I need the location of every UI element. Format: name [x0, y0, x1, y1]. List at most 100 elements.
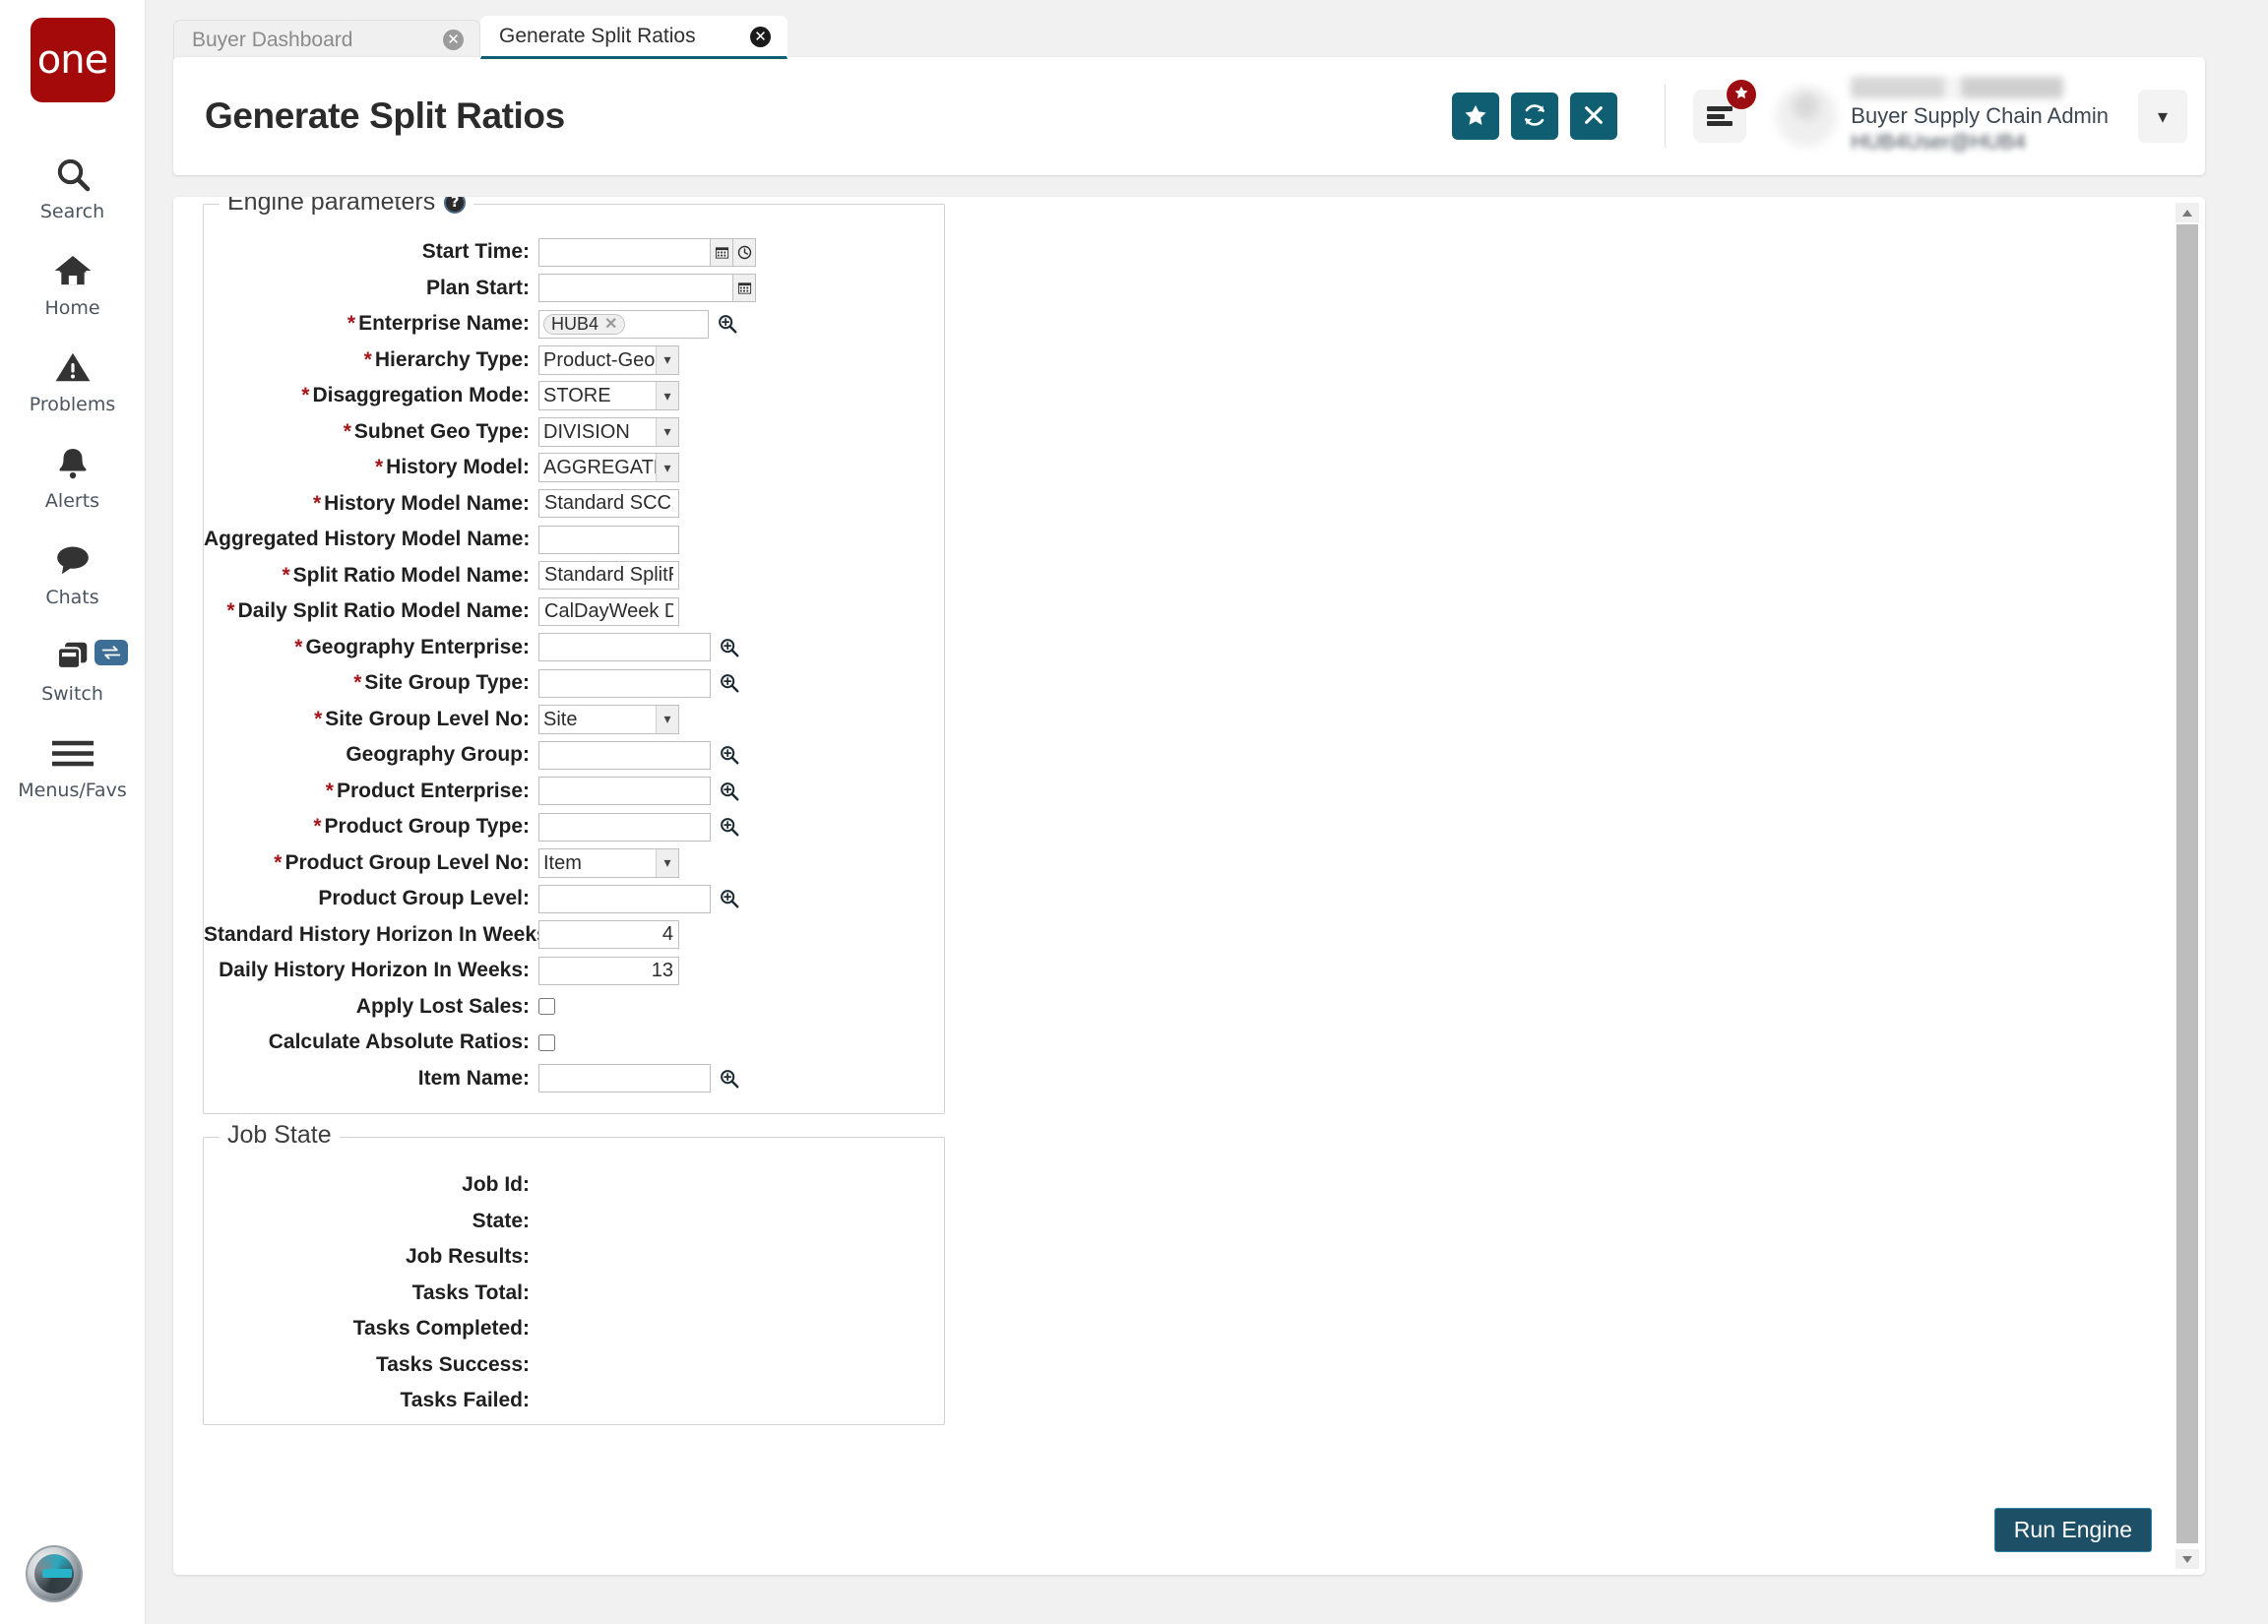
field-label: Standard History Horizon In Weeks:	[204, 922, 555, 946]
field-row-calculate-absolute-ratios: Calculate Absolute Ratios:	[204, 1025, 944, 1061]
field-row-daily-split-ratio-model-name: * Daily Split Ratio Model Name:	[204, 593, 944, 630]
disaggregation-mode-select[interactable]: STORE	[538, 381, 679, 411]
sidebar-item-label: Problems	[29, 394, 116, 415]
app-logo[interactable]: one	[30, 18, 115, 102]
search-plus-icon[interactable]	[719, 744, 740, 766]
search-plus-icon[interactable]	[719, 888, 740, 909]
clock-icon[interactable]	[733, 237, 756, 267]
help-circle-icon[interactable]: ?	[444, 197, 467, 214]
menus-favs-button[interactable]	[1693, 80, 1757, 143]
field-label-text: Site Group Type:	[364, 671, 530, 695]
field-row-disaggregation-mode: * Disaggregation Mode: STORE ▾	[204, 378, 944, 414]
scrollbar-thumb[interactable]	[2176, 224, 2198, 1543]
job-row-job-results: Job Results:	[204, 1239, 944, 1276]
product-group-type-input[interactable]	[538, 812, 711, 842]
field-label: Calculate Absolute Ratios:	[268, 1031, 530, 1054]
product-group-level-no-select[interactable]: Item	[538, 847, 679, 878]
calendar-icon[interactable]	[711, 237, 733, 267]
history-model-select[interactable]: AGGREGATED_POS	[538, 453, 679, 483]
field-row-site-group-type: * Site Group Type:	[204, 665, 944, 702]
field-label: Item Name:	[417, 1066, 530, 1090]
tab-generate-split-ratios[interactable]: Generate Split Ratios ✕	[480, 16, 788, 59]
required-marker: *	[314, 707, 323, 730]
disaggregation-mode-select-wrap: STORE ▾	[538, 381, 679, 411]
item-name-input[interactable]	[538, 1064, 711, 1093]
chevron-down-icon[interactable]: ▾	[2138, 90, 2187, 143]
field-control: Product-Geo ▾	[538, 344, 679, 375]
tab-buyer-dashboard[interactable]: Buyer Dashboard ✕	[173, 20, 480, 59]
chip-hub4[interactable]: HUB4 ✕	[543, 313, 626, 335]
close-circle-icon[interactable]: ✕	[750, 26, 771, 47]
job-row-tasks-success: Tasks Success:	[204, 1347, 944, 1384]
user-name-redacted	[1851, 76, 2064, 98]
ham-bar-3	[1707, 121, 1733, 126]
required-marker: *	[346, 312, 356, 336]
product-group-level-input[interactable]	[538, 884, 711, 913]
geography-enterprise-input[interactable]	[538, 633, 711, 662]
field-control: DIVISION ▾	[538, 416, 679, 447]
swap-arrows-icon[interactable]	[94, 640, 128, 665]
required-marker: *	[343, 419, 351, 443]
run-engine-button[interactable]: Run Engine	[1993, 1507, 2152, 1552]
caret-up-icon[interactable]	[2175, 203, 2199, 222]
sidebar-item-menus-favs[interactable]: Menus/Favs	[0, 717, 145, 813]
calculate-absolute-ratios-checkbox[interactable]	[538, 1033, 555, 1051]
standard-history-horizon-input[interactable]	[538, 920, 679, 950]
daily-history-horizon-input[interactable]	[538, 956, 679, 985]
field-label-text: Disaggregation Mode:	[312, 384, 530, 407]
field-row-enterprise-name: * Enterprise Name: HUB4 ✕	[204, 306, 944, 343]
split-ratio-model-name-input[interactable]	[538, 561, 679, 591]
sidebar-item-alerts[interactable]: Alerts	[0, 427, 145, 524]
field-row-aggregated-history-model-name: Aggregated History Model Name:	[204, 522, 944, 558]
field-label: Job Id:	[462, 1173, 530, 1197]
field-control	[538, 596, 679, 626]
user-profile-menu[interactable]: Buyer Supply Chain Admin HUB4User@HUB4	[1776, 76, 2109, 156]
geography-group-input[interactable]	[538, 740, 711, 770]
site-group-level-no-select[interactable]: Site	[538, 704, 679, 734]
page-title: Generate Split Ratios	[205, 95, 565, 136]
aggregated-history-model-name-input[interactable]	[538, 525, 679, 554]
field-row-item-name: Item Name:	[204, 1061, 944, 1097]
product-group-level-no-select-wrap: Item ▾	[538, 847, 679, 878]
page-header-card: Generate Split Ratios Buyer Supply Chain…	[173, 57, 2205, 175]
product-enterprise-input[interactable]	[538, 777, 711, 806]
hierarchy-type-select[interactable]: Product-Geo	[538, 344, 679, 375]
field-row-history-model: * History Model: AGGREGATED_POS ▾	[204, 450, 944, 486]
apply-lost-sales-checkbox[interactable]	[538, 998, 555, 1016]
search-plus-icon[interactable]	[719, 1068, 740, 1090]
daily-split-ratio-model-name-input[interactable]	[538, 596, 679, 626]
sidebar-item-search[interactable]: Search	[0, 138, 145, 234]
start-time-input[interactable]	[538, 237, 711, 267]
search-plus-icon[interactable]	[719, 637, 740, 658]
chip-remove-icon[interactable]: ✕	[604, 314, 617, 334]
sidebar-item-problems[interactable]: Problems	[0, 331, 145, 427]
enterprise-name-input[interactable]: HUB4 ✕	[538, 309, 709, 339]
field-row-start-time: Start Time:	[204, 234, 944, 271]
search-plus-icon[interactable]	[719, 672, 740, 694]
refresh-button[interactable]	[1511, 93, 1559, 140]
close-button[interactable]	[1570, 93, 1618, 140]
sidebar-item-switch[interactable]: Switch	[0, 620, 145, 717]
header-actions: Buyer Supply Chain Admin HUB4User@HUB4 ▾	[1440, 76, 2205, 156]
calendar-icon[interactable]	[733, 274, 756, 303]
close-circle-icon[interactable]: ✕	[443, 30, 464, 50]
site-group-type-input[interactable]	[538, 668, 711, 698]
sidebar-item-home[interactable]: Home	[0, 234, 145, 331]
search-plus-icon[interactable]	[719, 816, 740, 838]
history-model-name-input[interactable]	[538, 489, 679, 519]
sidebar-item-chats[interactable]: Chats	[0, 524, 145, 620]
field-row-hierarchy-type: * Hierarchy Type: Product-Geo ▾	[204, 343, 944, 379]
plan-start-input[interactable]	[538, 274, 733, 303]
field-label: Tasks Failed:	[400, 1389, 531, 1412]
search-plus-icon[interactable]	[719, 781, 740, 802]
robot-avatar-icon[interactable]	[26, 1545, 83, 1602]
ham-bar-2	[1707, 113, 1726, 119]
chat-bubble-icon	[52, 537, 94, 583]
vertical-scrollbar[interactable]	[2175, 203, 2199, 1569]
field-label: * Product Group Level No:	[204, 851, 538, 875]
favorite-button[interactable]	[1452, 93, 1500, 140]
subnet-geo-type-select[interactable]: DIVISION	[538, 416, 679, 447]
search-plus-icon[interactable]	[717, 313, 738, 335]
user-meta: Buyer Supply Chain Admin HUB4User@HUB4	[1851, 76, 2109, 156]
panel-footer: Run Engine	[173, 1484, 2179, 1575]
